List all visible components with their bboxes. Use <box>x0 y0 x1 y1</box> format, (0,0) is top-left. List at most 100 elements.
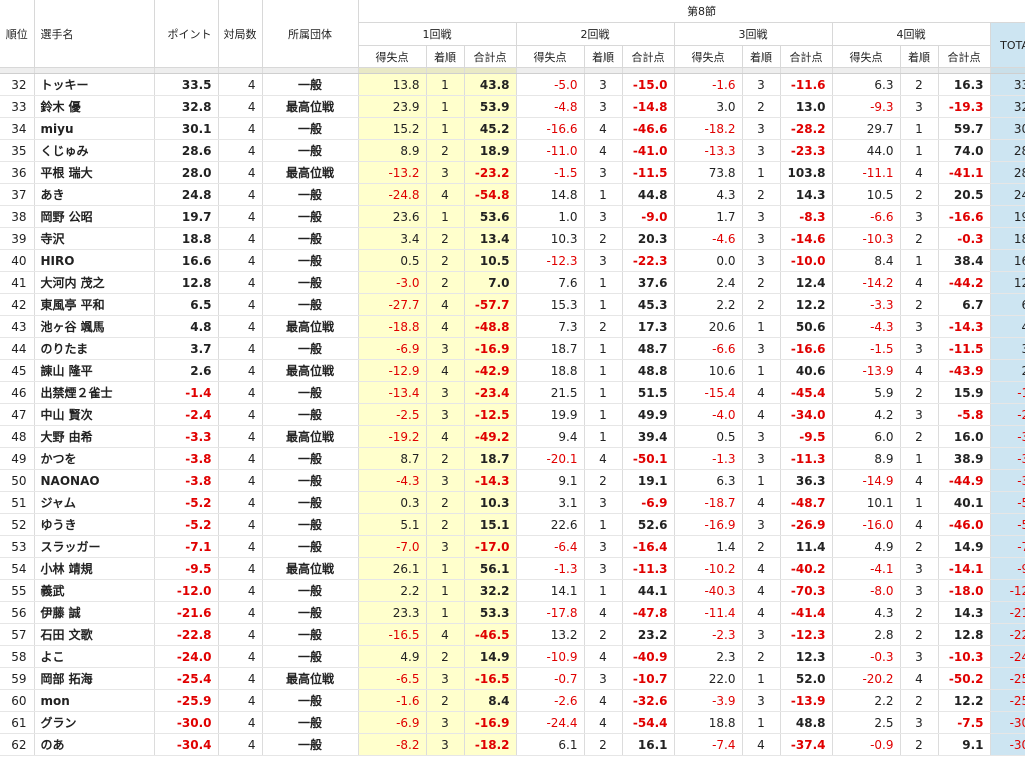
table-row[interactable]: 55 義武 -12.0 4 一般 2.2 1 32.2 14.1 1 44.1 -40.3 4 -70.3… <box>0 579 1025 602</box>
header-round-1: 1回戦 <box>358 22 517 46</box>
place-cell: 4 <box>584 689 623 712</box>
total-cell: -9.5 <box>990 557 1025 580</box>
score-cell: -6.9 <box>358 337 427 360</box>
subtotal-cell: -42.9 <box>464 359 517 382</box>
subtotal-cell: -16.6 <box>780 337 833 360</box>
table-row[interactable]: 57 石田 文歌 -22.8 4 一般 -16.5 4 -46.5 13.2 2 23.2 -2.3 3… <box>0 623 1025 646</box>
points-cell: -3.8 <box>154 469 219 492</box>
score-cell: 15.2 <box>358 117 427 140</box>
table-row[interactable]: 47 中山 賢次 -2.4 4 一般 -2.5 3 -12.5 19.9 1 49.9 -4.0 4 -3… <box>0 403 1025 426</box>
score-cell: -7.0 <box>358 535 427 558</box>
player-name-cell: 諌山 隆平 <box>34 359 155 382</box>
total-cell: -3.8 <box>990 447 1025 470</box>
table-row[interactable]: 58 よこ -24.0 4 一般 4.9 2 14.9 -10.9 4 -40.9 2.3 2 12.3-… <box>0 645 1025 668</box>
subtotal-cell: 53.3 <box>464 601 517 624</box>
header-total[interactable]: TOTAL <box>990 22 1025 68</box>
table-row[interactable]: 42 東風亭 平和 6.5 4 一般 -27.7 4 -57.7 15.3 1 45.3 2.2 2 12… <box>0 293 1025 316</box>
subtotal-cell: -18.0 <box>938 579 991 602</box>
subtotal-cell: 103.8 <box>780 161 833 184</box>
player-name-cell: トッキー <box>34 73 155 96</box>
score-cell: 23.3 <box>358 601 427 624</box>
total-cell: -5.2 <box>990 513 1025 536</box>
score-cell: -2.5 <box>358 403 427 426</box>
score-cell: -12.3 <box>516 249 585 272</box>
subtotal-cell: -10.3 <box>938 645 991 668</box>
place-cell: 4 <box>426 359 465 382</box>
table-row[interactable]: 35 くじゅみ 28.6 4 一般 8.9 2 18.9 -11.0 4 -41.0 -13.3 3 -2… <box>0 139 1025 162</box>
score-cell: 6.3 <box>832 73 901 96</box>
player-name-cell: ゆうき <box>34 513 155 536</box>
table-row[interactable]: 56 伊藤 誠 -21.6 4 一般 23.3 1 53.3 -17.8 4 -47.8 -11.4 4… <box>0 601 1025 624</box>
table-row[interactable]: 53 スラッガー -7.1 4 一般 -7.0 3 -17.0 -6.4 3 -16.4 1.4 2 11… <box>0 535 1025 558</box>
table-row[interactable]: 40 HIRO 16.6 4 一般 0.5 2 10.5 -12.3 3 -22.3 0.0 3 -10.… <box>0 249 1025 272</box>
table-row[interactable]: 49 かつを -3.8 4 一般 8.7 2 18.7 -20.1 4 -50.1 -1.3 3 -11.… <box>0 447 1025 470</box>
org-cell: 一般 <box>262 139 359 162</box>
place-cell: 3 <box>900 205 939 228</box>
player-name-cell: のりたま <box>34 337 155 360</box>
table-row[interactable]: 62 のあ -30.4 4 一般 -8.2 3 -18.2 6.1 2 16.1 -7.4 4 -37.4… <box>0 733 1025 756</box>
place-cell: 4 <box>426 315 465 338</box>
place-cell: 4 <box>742 557 781 580</box>
header-score: 得失点 <box>358 45 427 68</box>
header-player[interactable]: 選手名 <box>34 0 155 68</box>
table-row[interactable]: 54 小林 靖規 -9.5 4 最高位戦 26.1 1 56.1 -1.3 3 -11.3 -10.2… <box>0 557 1025 580</box>
place-cell: 2 <box>900 601 939 624</box>
subtotal-cell: 49.9 <box>622 403 675 426</box>
org-cell: 最高位戦 <box>262 557 359 580</box>
subtotal-cell: 19.1 <box>622 469 675 492</box>
table-row[interactable]: 44 のりたま 3.7 4 一般 -6.9 3 -16.9 18.7 1 48.7 -6.6 3 -16.… <box>0 337 1025 360</box>
table-row[interactable]: 43 池ヶ谷 颯馬 4.8 4 最高位戦 -18.8 4 -48.8 7.3 2 17.3 20.6 1… <box>0 315 1025 338</box>
total-cell: -1.4 <box>990 381 1025 404</box>
place-cell: 3 <box>900 337 939 360</box>
score-cell: -5.0 <box>516 73 585 96</box>
total-cell: 3.7 <box>990 337 1025 360</box>
table-row[interactable]: 48 大野 由希 -3.3 4 最高位戦 -19.2 4 -49.2 9.4 1 39.4 0.5 3-… <box>0 425 1025 448</box>
table-row[interactable]: 50 NAONAO -3.8 4 一般 -4.3 3 -14.3 9.1 2 19.1 6.3 1 36.… <box>0 469 1025 492</box>
table-row[interactable]: 60 mon -25.9 4 一般 -1.6 2 8.4 -2.6 4 -32.6 -3.9 3 -13.… <box>0 689 1025 712</box>
table-row[interactable]: 46 出禁煙２雀士 -1.4 4 一般 -13.4 3 -23.4 21.5 1 51.5 -15.4… <box>0 381 1025 404</box>
table-row[interactable]: 33 鈴木 優 32.8 4 最高位戦 23.9 1 53.9 -4.8 3 -14.8 3.0 2 13… <box>0 95 1025 118</box>
table-row[interactable]: 32 トッキー 33.5 4 一般 13.8 1 43.8 -5.0 3 -15.0 -1.6 3 -11… <box>0 73 1025 96</box>
score-cell: 4.3 <box>832 601 901 624</box>
org-cell: 最高位戦 <box>262 425 359 448</box>
place-cell: 3 <box>742 425 781 448</box>
subtotal-cell: 10.5 <box>464 249 517 272</box>
place-cell: 3 <box>584 557 623 580</box>
header-rank[interactable]: 順位 <box>0 0 35 68</box>
header-games[interactable]: 対局数 <box>218 0 263 68</box>
table-row[interactable]: 52 ゆうき -5.2 4 一般 5.1 2 15.1 22.6 1 52.6 -16.9 3 -26.9… <box>0 513 1025 536</box>
subtotal-cell: -5.8 <box>938 403 991 426</box>
table-row[interactable]: 34 miyu 30.1 4 一般 15.2 1 45.2 -16.6 4 -46.6 -18.2 3-… <box>0 117 1025 140</box>
score-cell: -10.3 <box>832 227 901 250</box>
place-cell: 4 <box>426 183 465 206</box>
subtotal-cell: -11.3 <box>780 447 833 470</box>
rank-cell: 40 <box>0 249 35 272</box>
games-cell: 4 <box>218 733 263 756</box>
subtotal-cell: -11.3 <box>622 557 675 580</box>
points-cell: 18.8 <box>154 227 219 250</box>
table-row[interactable]: 37 あき 24.8 4 一般 -24.8 4 -54.8 14.8 1 44.8 4.3 2 14.3 1… <box>0 183 1025 206</box>
table-row[interactable]: 36 平根 瑞大 28.0 4 最高位戦 -13.2 3 -23.2 -1.5 3 -11.5 73.… <box>0 161 1025 184</box>
score-cell: -13.3 <box>674 139 743 162</box>
table-row[interactable]: 38 岡野 公昭 19.7 4 一般 23.6 1 53.6 1.0 3 -9.0 1.7 3 -8.3-… <box>0 205 1025 228</box>
place-cell: 1 <box>426 557 465 580</box>
table-row[interactable]: 59 岡部 拓海 -25.4 4 最高位戦 -6.5 3 -16.5 -0.7 3 -10.7 22.… <box>0 667 1025 690</box>
place-cell: 4 <box>900 667 939 690</box>
header-points[interactable]: ポイント <box>154 0 219 68</box>
table-row[interactable]: 45 諌山 隆平 2.6 4 最高位戦 -12.9 4 -42.9 18.8 1 48.8 10.6 1… <box>0 359 1025 382</box>
header-org[interactable]: 所属団体 <box>262 0 359 68</box>
score-cell: 20.6 <box>674 315 743 338</box>
points-cell: 32.8 <box>154 95 219 118</box>
table-row[interactable]: 61 グラン -30.0 4 一般 -6.9 3 -16.9 -24.4 4 -54.4 18.8 1 4… <box>0 711 1025 734</box>
table-row[interactable]: 41 大河内 茂之 12.8 4 一般 -3.0 2 7.0 7.6 1 37.6 2.4 2 12.4-… <box>0 271 1025 294</box>
place-cell: 1 <box>900 117 939 140</box>
table-row[interactable]: 51 ジャム -5.2 4 一般 0.3 2 10.3 3.1 3 -6.9 -18.7 4 -48.7 1… <box>0 491 1025 514</box>
place-cell: 3 <box>900 315 939 338</box>
score-cell: -17.8 <box>516 601 585 624</box>
rank-cell: 58 <box>0 645 35 668</box>
table-row[interactable]: 39 寺沢 18.8 4 一般 3.4 2 13.4 10.3 2 20.3 -4.6 3 -14.6 -1… <box>0 227 1025 250</box>
player-name-cell: かつを <box>34 447 155 470</box>
subtotal-cell: 12.3 <box>780 645 833 668</box>
score-cell: -10.2 <box>674 557 743 580</box>
points-cell: -1.4 <box>154 381 219 404</box>
